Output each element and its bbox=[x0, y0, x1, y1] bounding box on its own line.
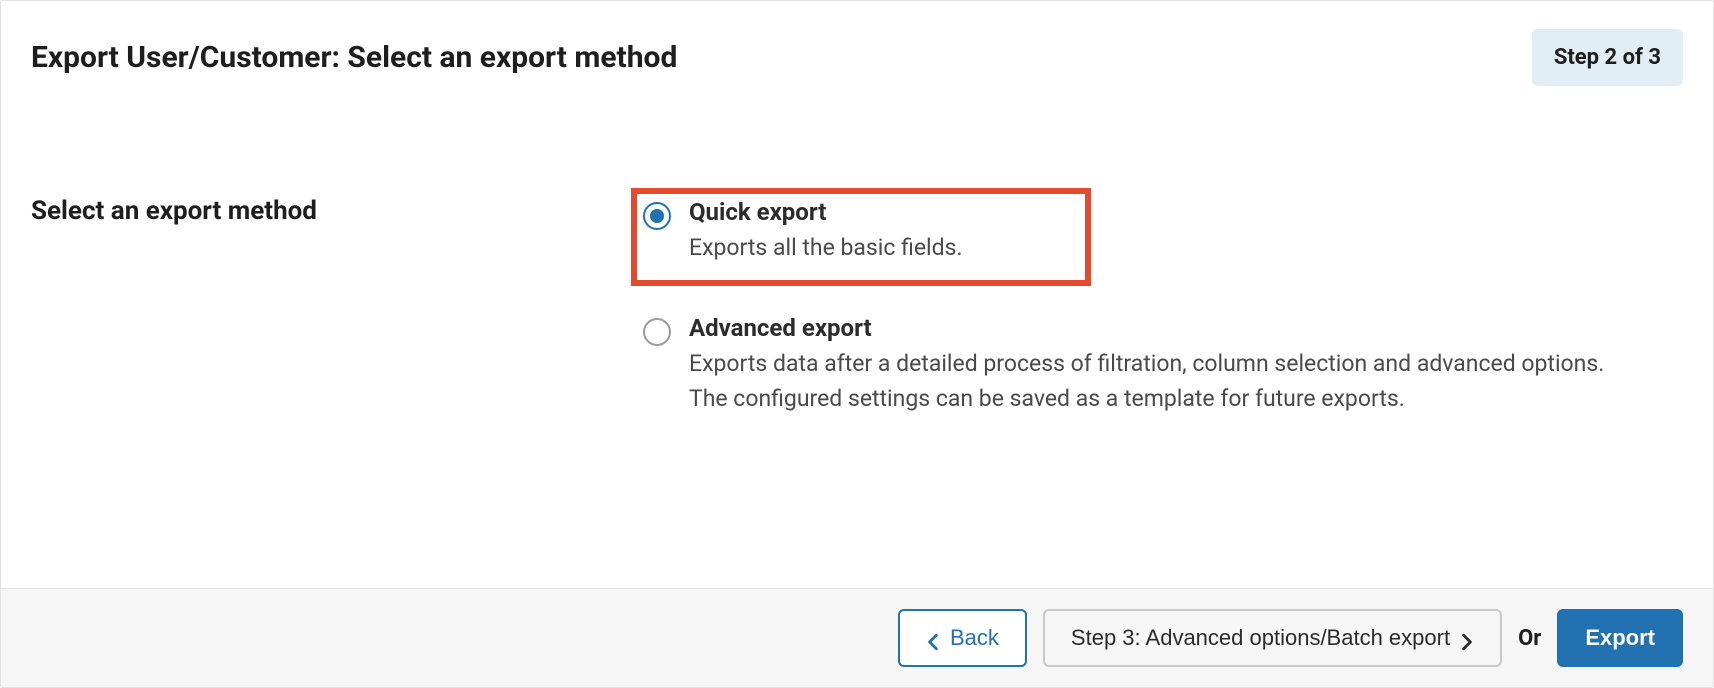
page-title: Export User/Customer: Select an export m… bbox=[31, 40, 677, 75]
panel-header: Export User/Customer: Select an export m… bbox=[1, 1, 1713, 98]
or-separator: Or bbox=[1518, 626, 1541, 651]
next-step-button[interactable]: Step 3: Advanced options/Batch export bbox=[1043, 609, 1502, 667]
radio-quick-export[interactable] bbox=[643, 202, 671, 230]
options-column: Quick export Exports all the basic field… bbox=[631, 188, 1683, 558]
option-quick-text: Quick export Exports all the basic field… bbox=[689, 198, 1079, 266]
option-advanced-desc: Exports data after a detailed process of… bbox=[689, 346, 1631, 417]
panel-footer: Back Step 3: Advanced options/Batch expo… bbox=[1, 588, 1713, 687]
export-wizard-panel: Export User/Customer: Select an export m… bbox=[0, 0, 1714, 688]
chevron-right-icon bbox=[1460, 631, 1474, 645]
option-quick-export[interactable]: Quick export Exports all the basic field… bbox=[631, 188, 1091, 286]
back-button[interactable]: Back bbox=[898, 609, 1027, 667]
section-label-column: Select an export method bbox=[31, 188, 631, 558]
radio-advanced-export[interactable] bbox=[643, 318, 671, 346]
step-badge: Step 2 of 3 bbox=[1532, 29, 1683, 86]
option-advanced-title: Advanced export bbox=[689, 314, 1631, 342]
back-button-label: Back bbox=[950, 625, 999, 651]
option-quick-title: Quick export bbox=[689, 198, 1079, 226]
panel-body: Select an export method Quick export Exp… bbox=[1, 98, 1713, 588]
export-button-label: Export bbox=[1585, 625, 1655, 651]
section-label: Select an export method bbox=[31, 188, 631, 226]
next-step-label: Step 3: Advanced options/Batch export bbox=[1071, 625, 1450, 651]
option-advanced-text: Advanced export Exports data after a det… bbox=[689, 314, 1631, 417]
option-quick-desc: Exports all the basic fields. bbox=[689, 230, 1079, 266]
export-button[interactable]: Export bbox=[1557, 609, 1683, 667]
option-advanced-export[interactable]: Advanced export Exports data after a det… bbox=[631, 304, 1643, 427]
chevron-left-icon bbox=[926, 631, 940, 645]
